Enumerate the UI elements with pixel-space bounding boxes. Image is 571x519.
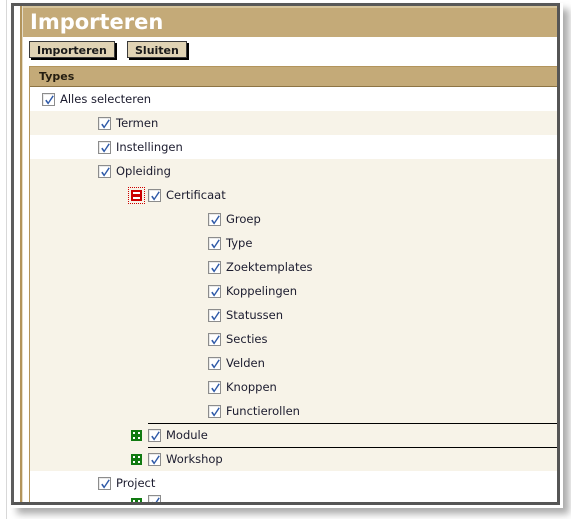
toggle-plus-bar-v [135,500,138,502]
page-left-margin [0,0,11,519]
tree-row[interactable]: Groep [30,207,557,231]
checkmark-icon [211,358,220,369]
tree-row-checkbox[interactable] [208,404,221,418]
checkmark-icon [211,238,220,249]
toggle-plus-bar-v [135,455,138,463]
import-button[interactable]: Importeren [29,41,115,58]
tree-row-label: Project [116,476,156,490]
tree-row-checkbox[interactable] [148,428,161,442]
checkmark-icon [101,142,110,153]
checkmark-icon [151,430,160,441]
checkmark-icon [211,262,220,273]
checkmark-icon [211,334,220,345]
close-button[interactable]: Sluiten [127,41,187,58]
tree-row-label: Zoektemplates [226,260,313,274]
tree-row-label: Module [166,428,208,442]
tree-row[interactable]: Statussen [30,303,557,327]
tree-row-label: Alles selecteren [60,92,152,106]
toggle-plus-bar-v [135,431,138,439]
checkmark-icon [211,310,220,321]
tree-row-checkbox[interactable] [208,260,221,274]
tree-row-label: Certificaat [166,188,226,202]
tree-row-checkbox[interactable] [98,116,111,130]
tree-row-checkbox[interactable] [98,140,111,154]
tree-row-checkbox[interactable] [98,476,111,490]
types-panel-header [30,67,557,87]
tree-row-label: Opleiding [116,164,171,178]
checkmark-icon [101,478,110,489]
tree-row[interactable] [30,495,557,502]
tree-row-label: Termen [116,116,159,130]
tree-row-checkbox[interactable] [208,332,221,346]
tree-row[interactable]: Project [30,471,557,495]
tree-row[interactable]: Zoektemplates [30,255,557,279]
tree-row-checkbox[interactable] [148,188,161,202]
tree-row-checkbox[interactable] [208,356,221,370]
checkmark-icon [151,190,160,201]
tree-row-label: Velden [226,356,265,370]
left-accent-rail-inner [22,6,23,502]
tree-row-label: Secties [226,332,268,346]
tree-row-checkbox[interactable] [208,308,221,322]
tree-row-label: Knoppen [226,380,277,394]
tree-row-label: Koppelingen [226,284,298,298]
tree-row-checkbox[interactable] [208,212,221,226]
tree-row[interactable]: Module [30,423,557,447]
tree-row[interactable]: Velden [30,351,557,375]
window-canvas: Importeren Importeren Sluiten Types Alle… [14,6,557,502]
window-frame: Importeren Importeren Sluiten Types Alle… [11,3,560,505]
tree-row[interactable]: Functierollen [30,399,557,423]
tree-row[interactable]: Alles selecteren [30,87,557,111]
expand-plus-icon[interactable] [128,495,145,502]
tree-row-label: Statussen [226,308,284,322]
tree-row-checkbox[interactable] [148,495,161,502]
tree-row[interactable]: Secties [30,327,557,351]
checkmark-icon [45,94,54,105]
types-panel-title: Types [39,70,75,83]
checkmark-icon [211,214,220,225]
page-left-divider [6,0,7,519]
types-panel: Types Alles selecteren Termen Instellingen… [29,66,557,502]
tree-row-label: Workshop [166,452,223,466]
checkmark-icon [211,382,220,393]
tree-row-checkbox[interactable] [98,164,111,178]
toolbar: Importeren Sluiten [23,37,557,64]
checkmark-icon [151,454,160,465]
checkmark-icon [211,406,220,417]
tree-row[interactable]: Knoppen [30,375,557,399]
tree-row-checkbox[interactable] [208,380,221,394]
collapse-minus-icon[interactable] [128,186,145,204]
tree-row-checkbox[interactable] [148,452,161,466]
tree-row-label: Groep [226,212,261,226]
expand-plus-icon[interactable] [128,451,145,468]
page-title: Importeren [30,10,164,34]
tree-row-checkbox[interactable] [208,284,221,298]
expand-plus-icon[interactable] [128,427,145,444]
tree-row-label: Type [226,236,253,250]
tree-row-checkbox[interactable] [208,236,221,250]
types-tree: Alles selecteren Termen Instellingen Opleid… [30,87,557,502]
checkmark-icon [211,286,220,297]
checkmark-icon [101,166,110,177]
tree-row[interactable]: Termen [30,111,557,135]
toggle-minus-bar [133,193,140,197]
tree-row-label: Functierollen [226,404,300,418]
tree-row-label: Instellingen [116,140,183,154]
tree-row[interactable]: Instellingen [30,135,557,159]
checkmark-icon [151,497,160,502]
tree-row[interactable]: Type [30,231,557,255]
tree-row[interactable]: Opleiding [30,159,557,183]
tree-row[interactable]: Certificaat [30,183,557,207]
tree-row[interactable]: Workshop [30,447,557,471]
import-dialog-window: Importeren Importeren Sluiten Types Alle… [0,0,571,519]
tree-row[interactable]: Koppelingen [30,279,557,303]
checkmark-icon [101,118,110,129]
tree-row-checkbox[interactable] [42,92,55,106]
